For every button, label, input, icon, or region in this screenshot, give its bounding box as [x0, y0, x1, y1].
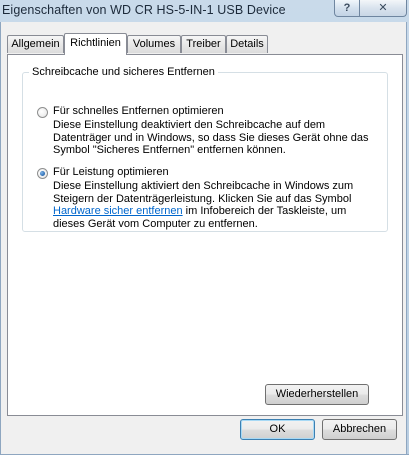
- quick-removal-desc-line: Datenträger und in Windows, so dass Sie …: [53, 131, 369, 144]
- quick-removal-description: Diese Einstellung deaktiviert den Schrei…: [53, 119, 369, 157]
- window-title: Eigenschaften von WD CR HS-5-IN-1 USB De…: [2, 3, 286, 17]
- close-button[interactable]: ✕: [359, 0, 407, 17]
- group-legend: Schreibcache und sicheres Entfernen: [29, 66, 218, 78]
- quick-removal-radio[interactable]: [37, 107, 48, 118]
- performance-desc-line: Diese Einstellung aktiviert den Schreibc…: [53, 180, 354, 192]
- write-cache-group: Schreibcache und sicheres Entfernen Für …: [22, 66, 388, 232]
- tab-volumes[interactable]: Volumes: [127, 35, 181, 53]
- tab-treiber[interactable]: Treiber: [181, 35, 226, 53]
- performance-label[interactable]: Für Leistung optimieren: [53, 166, 169, 178]
- performance-desc-line: Hardware sicher entfernen im Infobereich…: [53, 205, 353, 218]
- safely-remove-hardware-link[interactable]: Hardware sicher entfernen: [53, 205, 183, 217]
- tab-panel-richtlinien: Schreibcache und sicheres Entfernen Für …: [7, 54, 403, 416]
- help-icon: ?: [343, 1, 351, 14]
- tab-richtlinien[interactable]: Richtlinien: [64, 33, 127, 55]
- close-icon: ✕: [378, 1, 388, 14]
- performance-radio[interactable]: [37, 168, 48, 179]
- quick-removal-desc-line: Symbol "Sicheres Entfernen" entfernen kö…: [53, 144, 286, 156]
- performance-desc-text: im Infobereich der Taskleiste, um: [182, 205, 347, 217]
- ok-button[interactable]: OK: [240, 419, 315, 440]
- title-bar: Eigenschaften von WD CR HS-5-IN-1 USB De…: [0, 0, 409, 22]
- radio-selected-dot: [40, 171, 45, 176]
- tab-details[interactable]: Details: [226, 35, 268, 53]
- dialog-body: Allgemein Richtlinien Volumes Treiber De…: [0, 22, 407, 454]
- restore-defaults-button[interactable]: Wiederherstellen: [265, 384, 369, 405]
- performance-desc-line: Steigern der Datenträgerleistung. Klicke…: [53, 192, 352, 205]
- tab-allgemein[interactable]: Allgemein: [7, 35, 64, 53]
- quick-removal-desc-line: Diese Einstellung deaktiviert den Schrei…: [53, 119, 326, 131]
- performance-desc-line: dieses Gerät vom Computer zu entfernen.: [53, 217, 258, 230]
- help-button[interactable]: ?: [334, 0, 360, 17]
- cancel-button[interactable]: Abbrechen: [322, 419, 397, 440]
- quick-removal-label[interactable]: Für schnelles Entfernen optimieren: [53, 105, 224, 117]
- performance-description: Diese Einstellung aktiviert den Schreibc…: [53, 180, 353, 230]
